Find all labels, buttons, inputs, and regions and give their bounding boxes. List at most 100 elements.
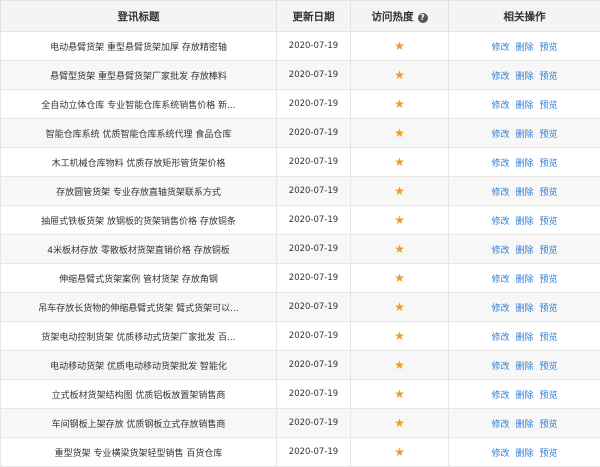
row-actions: 修改删除预览 <box>449 264 600 293</box>
preview-link[interactable]: 预览 <box>540 362 558 372</box>
star-icon: ★ <box>394 68 405 82</box>
delete-link[interactable]: 删除 <box>515 420 533 430</box>
delete-link[interactable]: 删除 <box>515 130 533 140</box>
edit-link[interactable]: 修改 <box>491 391 509 401</box>
star-icon: ★ <box>394 155 405 169</box>
delete-link[interactable]: 删除 <box>515 449 533 459</box>
preview-link[interactable]: 预览 <box>540 130 558 140</box>
row-title: 伸缩悬臂式货架案例 管材货架 存放角钢 <box>1 264 277 293</box>
delete-link[interactable]: 删除 <box>515 72 533 82</box>
preview-link[interactable]: 预览 <box>540 391 558 401</box>
row-date: 2020-07-19 <box>277 61 351 90</box>
delete-link[interactable]: 删除 <box>515 188 533 198</box>
table-row: 电动移动货架 优质电动移动货架批发 智能化2020-07-19 ★ 修改删除预览 <box>1 351 600 380</box>
delete-link[interactable]: 删除 <box>515 304 533 314</box>
preview-link[interactable]: 预览 <box>540 333 558 343</box>
preview-link[interactable]: 预览 <box>540 420 558 430</box>
row-actions: 修改删除预览 <box>449 61 600 90</box>
edit-link[interactable]: 修改 <box>491 101 509 111</box>
row-actions: 修改删除预览 <box>449 206 600 235</box>
row-title: 木工机械仓库物料 优质存放矩形管货架价格 <box>1 148 277 177</box>
delete-link[interactable]: 删除 <box>515 101 533 111</box>
edit-link[interactable]: 修改 <box>491 420 509 430</box>
delete-link[interactable]: 删除 <box>515 217 533 227</box>
star-icon: ★ <box>394 184 405 198</box>
preview-link[interactable]: 预览 <box>540 72 558 82</box>
row-actions: 修改删除预览 <box>449 90 600 119</box>
star-icon: ★ <box>394 271 405 285</box>
edit-link[interactable]: 修改 <box>491 188 509 198</box>
row-actions: 修改删除预览 <box>449 438 600 467</box>
row-date: 2020-07-19 <box>277 264 351 293</box>
row-title: 车间钢板上架存放 优质钢板立式存放销售商 <box>1 409 277 438</box>
header-row: 登讯标题 更新日期 访问热度? 相关操作 <box>1 1 600 32</box>
row-date: 2020-07-19 <box>277 148 351 177</box>
table-row: 重型货架 专业横梁货架轻型销售 百货仓库2020-07-19★修改删除预览 <box>1 438 600 467</box>
delete-link[interactable]: 删除 <box>515 159 533 169</box>
row-hotness: ★ <box>351 90 449 119</box>
edit-link[interactable]: 修改 <box>491 72 509 82</box>
star-icon: ★ <box>394 329 405 343</box>
row-date: 2020-07-19 <box>277 119 351 148</box>
star-icon: ★ <box>394 97 405 111</box>
edit-link[interactable]: 修改 <box>491 43 509 53</box>
table-row: 存放圆管货架 专业存放直轴货架联系方式2020-07-19 ★ 修改删除预览 <box>1 177 600 206</box>
preview-link[interactable]: 预览 <box>540 304 558 314</box>
delete-link[interactable]: 删除 <box>515 275 533 285</box>
row-date: 2020-07-19 <box>277 351 351 380</box>
date-column-header: 更新日期 <box>277 1 351 32</box>
edit-link[interactable]: 修改 <box>491 246 509 256</box>
edit-link[interactable]: 修改 <box>491 275 509 285</box>
row-title: 抽屉式铁板货架 放钢板的货架销售价格 存放铜条 <box>1 206 277 235</box>
star-icon: ★ <box>394 242 405 256</box>
row-title: 立式板材货架结构图 优质铝板放置架销售商 <box>1 380 277 409</box>
delete-link[interactable]: 删除 <box>515 362 533 372</box>
star-icon: ★ <box>394 126 405 140</box>
table-row: 抽屉式铁板货架 放钢板的货架销售价格 存放铜条2020-07-19★修改删除预览 <box>1 206 600 235</box>
delete-link[interactable]: 删除 <box>515 391 533 401</box>
row-hotness: ★ <box>351 32 449 61</box>
row-actions: 修改删除预览 <box>449 32 600 61</box>
row-hotness: ★ <box>351 119 449 148</box>
preview-link[interactable]: 预览 <box>540 246 558 256</box>
row-hotness: ★ <box>351 322 449 351</box>
help-icon[interactable]: ? <box>418 13 428 23</box>
edit-link[interactable]: 修改 <box>491 333 509 343</box>
star-icon: ★ <box>394 39 405 53</box>
row-date: 2020-07-19 <box>277 177 351 206</box>
row-actions: 修改删除预览 <box>449 148 600 177</box>
table-row: 车间钢板上架存放 优质钢板立式存放销售商2020-07-19★修改删除预览 <box>1 409 600 438</box>
edit-link[interactable]: 修改 <box>491 362 509 372</box>
delete-link[interactable]: 删除 <box>515 43 533 53</box>
preview-link[interactable]: 预览 <box>540 101 558 111</box>
table-row: 货架电动控制货架 优质移动式货架厂家批发 百...2020-07-19★修改删除… <box>1 322 600 351</box>
star-icon: ★ <box>394 300 405 314</box>
star-icon: ★ <box>394 445 405 459</box>
delete-link[interactable]: 删除 <box>515 246 533 256</box>
preview-link[interactable]: 预览 <box>540 188 558 198</box>
edit-link[interactable]: 修改 <box>491 159 509 169</box>
table-row: 木工机械仓库物料 优质存放矩形管货架价格2020-07-19 ★ 修改删除预览 <box>1 148 600 177</box>
row-title: 电动移动货架 优质电动移动货架批发 智能化 <box>1 351 277 380</box>
delete-link[interactable]: 删除 <box>515 333 533 343</box>
edit-link[interactable]: 修改 <box>491 304 509 314</box>
preview-link[interactable]: 预览 <box>540 449 558 459</box>
actions-column-header: 相关操作 <box>449 1 600 32</box>
edit-link[interactable]: 修改 <box>491 449 509 459</box>
row-title: 货架电动控制货架 优质移动式货架厂家批发 百... <box>1 322 277 351</box>
row-title: 存放圆管货架 专业存放直轴货架联系方式 <box>1 177 277 206</box>
row-hotness: ★ <box>351 351 449 380</box>
edit-link[interactable]: 修改 <box>491 130 509 140</box>
preview-link[interactable]: 预览 <box>540 275 558 285</box>
row-date: 2020-07-19 <box>277 90 351 119</box>
star-icon: ★ <box>394 358 405 372</box>
preview-link[interactable]: 预览 <box>540 43 558 53</box>
row-actions: 修改删除预览 <box>449 322 600 351</box>
preview-link[interactable]: 预览 <box>540 159 558 169</box>
edit-link[interactable]: 修改 <box>491 217 509 227</box>
row-actions: 修改删除预览 <box>449 293 600 322</box>
table-row: 全自动立体仓库 专业智能仓库系统销售价格 新...2020-07-19★修改删除… <box>1 90 600 119</box>
hot-column-header: 访问热度? <box>351 1 449 32</box>
table-row: 智能仓库系统 优质智能仓库系统代理 食品仓库2020-07-19★修改删除预览 <box>1 119 600 148</box>
preview-link[interactable]: 预览 <box>540 217 558 227</box>
